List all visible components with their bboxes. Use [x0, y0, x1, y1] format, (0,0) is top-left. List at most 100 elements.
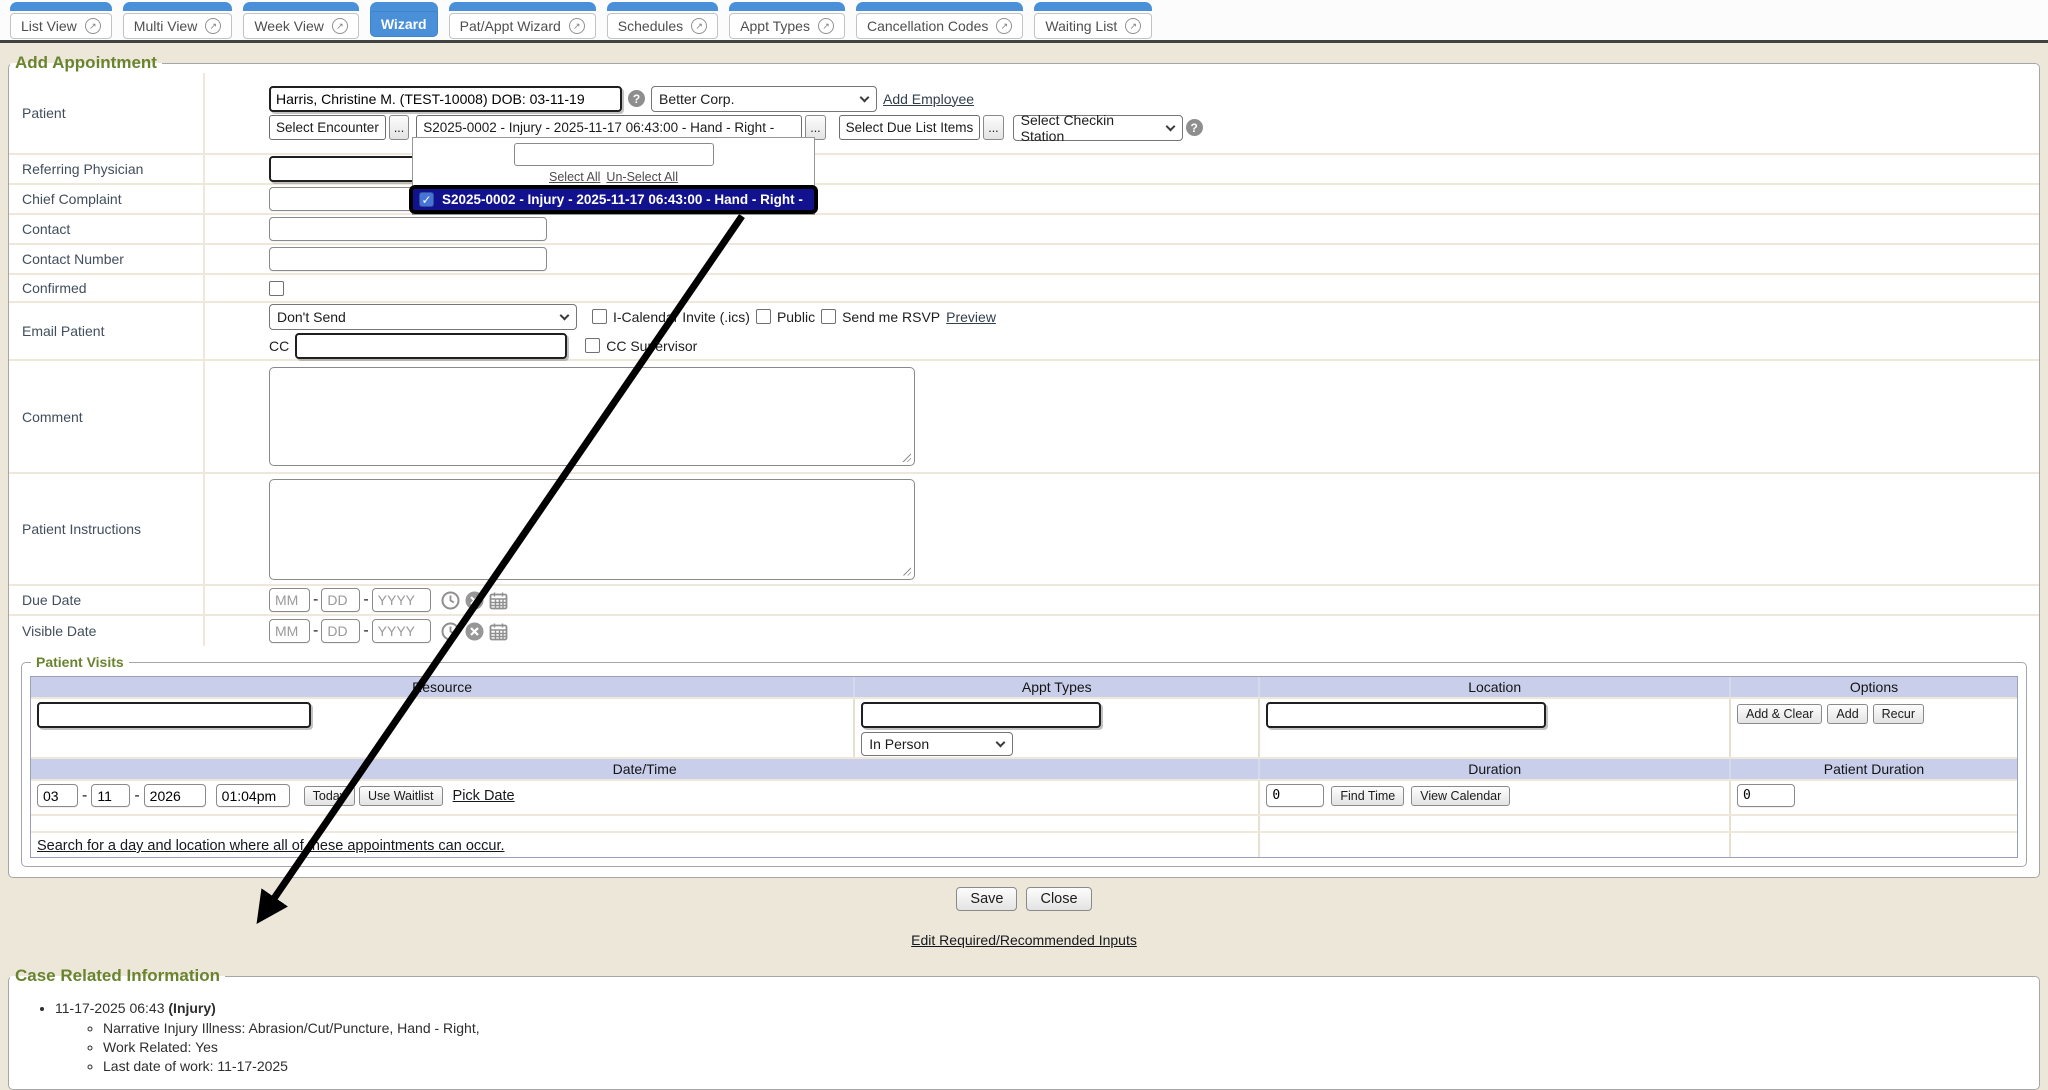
select-all-link[interactable]: Select All	[549, 170, 600, 184]
add-clear-button[interactable]: Add & Clear	[1737, 704, 1822, 724]
date-separator: -	[82, 787, 87, 805]
ical-invite-checkbox[interactable]	[592, 309, 607, 324]
date-separator: -	[363, 622, 368, 640]
visits-input-row: In Person Add & Clear Add Recur	[31, 697, 2017, 757]
edit-required-link[interactable]: Edit Required/Recommended Inputs	[911, 932, 1137, 948]
comment-textarea[interactable]	[269, 367, 915, 466]
encounter-option[interactable]: ✓ S2025-0002 - Injury - 2025-11-17 06:43…	[413, 189, 814, 210]
open-new-window-icon[interactable]: ↗	[1125, 18, 1141, 34]
view-calendar-button[interactable]: View Calendar	[1411, 786, 1510, 806]
select-encounter-box[interactable]: Select Encounter	[269, 115, 386, 140]
referring-physician-input[interactable]	[269, 156, 416, 182]
cc-input[interactable]	[295, 333, 567, 359]
tab-cap	[123, 2, 233, 11]
time-input[interactable]	[216, 784, 290, 807]
confirmed-row: Confirmed	[9, 275, 2039, 303]
patient-row: Patient ? Better Corp. Add Employee Sele…	[9, 73, 2039, 155]
duration-input[interactable]	[1266, 784, 1324, 807]
email-send-select[interactable]: Don't Send	[269, 304, 577, 330]
appt-mode-select[interactable]: In Person	[861, 732, 1013, 756]
add-employee-link[interactable]: Add Employee	[883, 91, 974, 107]
contact-number-input[interactable]	[269, 247, 547, 271]
date-separator: -	[134, 787, 139, 805]
patient-name-input[interactable]	[269, 86, 622, 112]
help-icon[interactable]: ?	[628, 90, 645, 107]
pick-date-link[interactable]: Pick Date	[453, 788, 515, 804]
clock-icon[interactable]	[440, 590, 461, 611]
open-new-window-icon[interactable]: ↗	[332, 18, 348, 34]
search-day-location-link[interactable]: Search for a day and location where all …	[37, 838, 505, 854]
month-input[interactable]	[37, 784, 78, 807]
tab-week-view[interactable]: Week View ↗	[243, 2, 359, 39]
due-date-yyyy-input[interactable]	[372, 588, 431, 612]
rsvp-checkbox[interactable]	[821, 309, 836, 324]
tab-appt-types[interactable]: Appt Types↗	[729, 2, 845, 39]
visible-date-label: Visible Date	[9, 616, 205, 646]
open-new-window-icon[interactable]: ↗	[818, 18, 834, 34]
appt-type-input[interactable]	[861, 702, 1101, 728]
visible-date-dd-input[interactable]	[321, 619, 360, 643]
recur-button[interactable]: Recur	[1873, 704, 1924, 724]
due-date-mm-input[interactable]	[269, 588, 310, 612]
visible-date-row: Visible Date - -	[9, 616, 2039, 646]
patient-visits-table: Resource Appt Types Location Options In …	[30, 676, 2018, 858]
select-due-list-box[interactable]: Select Due List Items	[839, 115, 981, 140]
open-new-window-icon[interactable]: ↗	[691, 18, 707, 34]
checkin-station-select[interactable]: Select Checkin Station	[1013, 115, 1183, 141]
tab-label: List View	[21, 18, 77, 34]
today-button[interactable]: Today	[304, 786, 355, 806]
tab-wizard[interactable]: Wizard	[370, 2, 438, 37]
add-button[interactable]: Add	[1827, 704, 1867, 724]
tab-list-view[interactable]: List View ↗	[10, 2, 112, 39]
select-encounter-ellipsis-button[interactable]: ...	[389, 115, 409, 140]
resource-input[interactable]	[37, 702, 311, 728]
tab-multi-view[interactable]: Multi View↗	[123, 2, 233, 39]
find-time-button[interactable]: Find Time	[1331, 786, 1404, 806]
visible-date-mm-input[interactable]	[269, 619, 310, 643]
employer-select[interactable]: Better Corp.	[651, 86, 877, 112]
open-new-window-icon[interactable]: ↗	[85, 18, 101, 34]
encounter-option-checkbox[interactable]: ✓	[419, 192, 434, 207]
add-appointment-section: Add Appointment Patient ? Better Corp. A…	[8, 53, 2040, 878]
preview-link[interactable]: Preview	[946, 309, 996, 325]
use-waitlist-button[interactable]: Use Waitlist	[359, 786, 443, 806]
open-new-window-icon[interactable]: ↗	[569, 18, 585, 34]
close-button[interactable]: Close	[1026, 887, 1091, 911]
location-input[interactable]	[1266, 702, 1546, 728]
empty-row	[31, 814, 2017, 831]
due-date-label: Due Date	[9, 586, 205, 614]
patient-instructions-textarea[interactable]	[269, 479, 915, 580]
save-button[interactable]: Save	[956, 887, 1017, 911]
patient-duration-input[interactable]	[1737, 784, 1795, 807]
public-checkbox[interactable]	[756, 309, 771, 324]
due-date-dd-input[interactable]	[321, 588, 360, 612]
year-input[interactable]	[144, 784, 206, 807]
help-icon[interactable]: ?	[1186, 119, 1203, 136]
confirmed-checkbox[interactable]	[269, 281, 284, 296]
open-new-window-icon[interactable]: ↗	[996, 18, 1012, 34]
due-list-ellipsis-button[interactable]: ...	[983, 115, 1003, 140]
cc-supervisor-checkbox[interactable]	[585, 338, 600, 353]
contact-input[interactable]	[269, 217, 547, 241]
visible-date-yyyy-input[interactable]	[372, 619, 431, 643]
tab-waiting-list[interactable]: Waiting List↗	[1034, 2, 1152, 39]
resize-grip-icon[interactable]	[901, 452, 911, 462]
day-input[interactable]	[91, 784, 130, 807]
resize-grip-icon[interactable]	[901, 566, 911, 576]
tab-pat-appt-wizard[interactable]: Pat/Appt Wizard↗	[449, 2, 596, 39]
tab-cap	[10, 2, 112, 11]
tab-label: Week View	[254, 18, 324, 34]
clear-icon[interactable]	[464, 590, 485, 611]
rsvp-label: Send me RSVP	[842, 309, 940, 325]
resource-header: Resource	[31, 677, 855, 697]
clear-icon[interactable]	[464, 621, 485, 642]
calendar-icon[interactable]	[488, 621, 509, 642]
tab-cap	[607, 2, 718, 11]
tab-cancellation-codes[interactable]: Cancellation Codes↗	[856, 2, 1023, 39]
unselect-all-link[interactable]: Un-Select All	[606, 170, 678, 184]
popup-filter-input[interactable]	[514, 143, 714, 166]
open-new-window-icon[interactable]: ↗	[205, 18, 221, 34]
clock-icon[interactable]	[440, 621, 461, 642]
tab-schedules[interactable]: Schedules↗	[607, 2, 718, 39]
calendar-icon[interactable]	[488, 590, 509, 611]
